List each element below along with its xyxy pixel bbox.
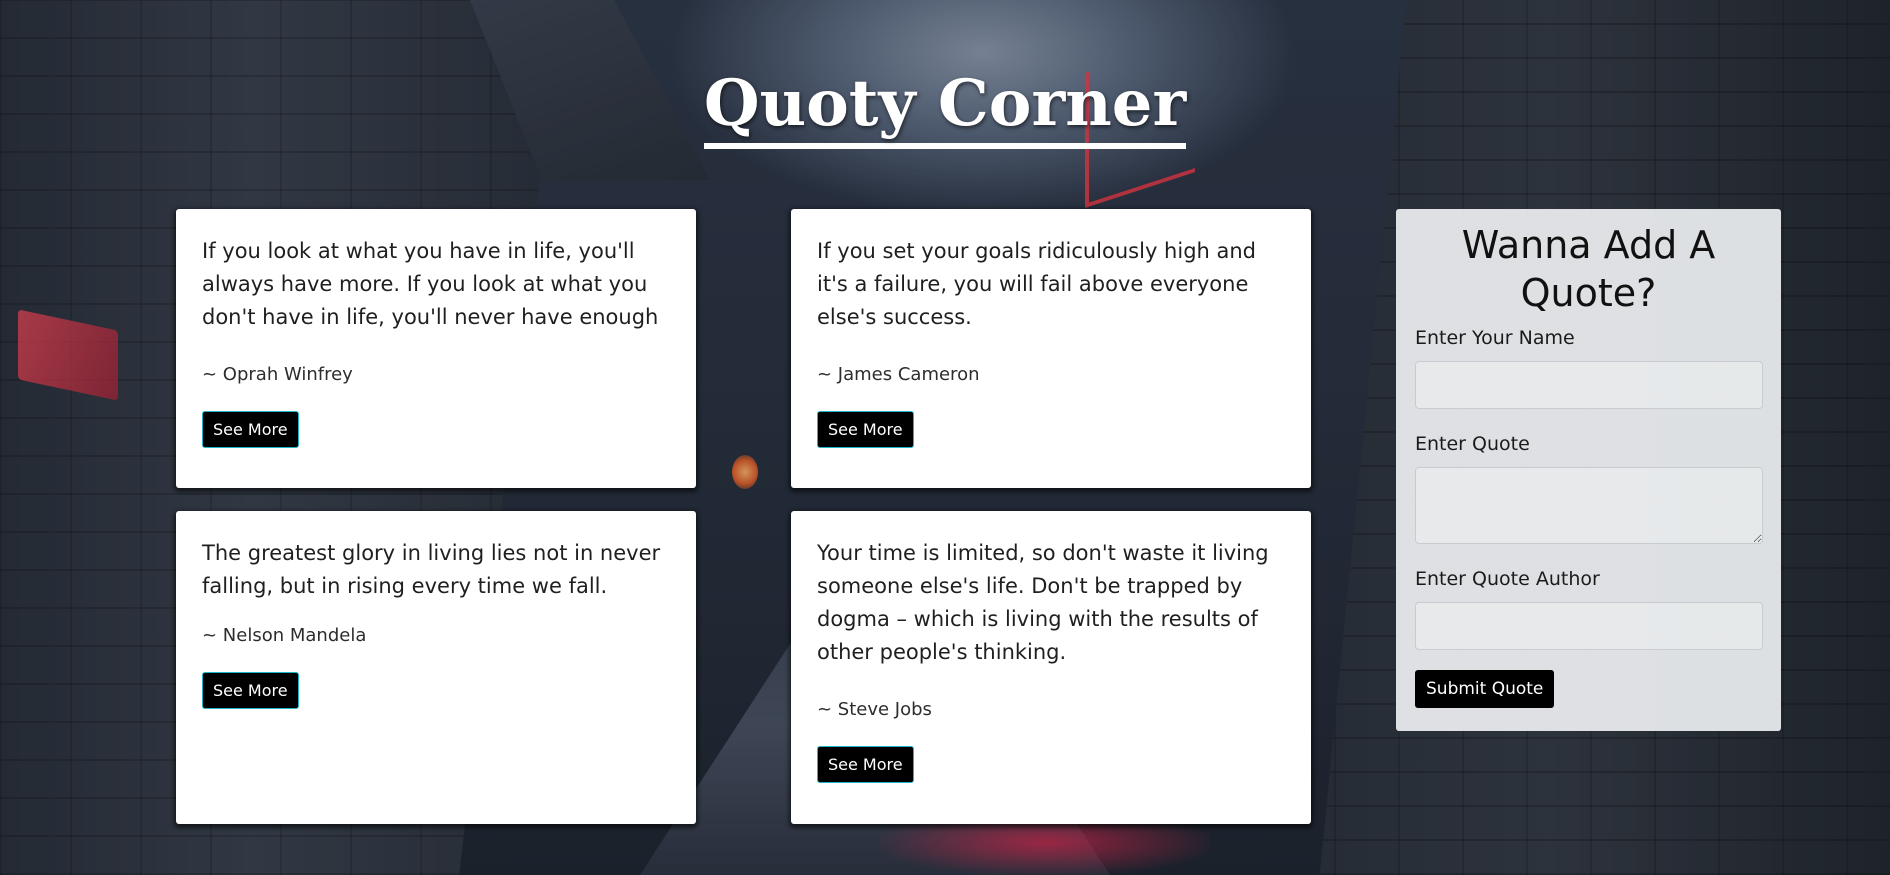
name-input[interactable] (1415, 361, 1763, 409)
add-quote-form: Wanna Add A Quote? Enter Your Name Enter… (1396, 209, 1781, 731)
quote-text: If you look at what you have in life, yo… (202, 239, 659, 329)
quote-card: Your time is limited, so don't waste it … (791, 511, 1311, 824)
quote-author: ~ Steve Jobs (817, 699, 932, 720)
quote-card: If you look at what you have in life, yo… (176, 209, 696, 488)
see-more-button[interactable]: See More (202, 672, 299, 709)
page-title-text: Quoty Corner (703, 66, 1187, 149)
author-label: Enter Quote Author (1415, 568, 1600, 590)
quote-card: The greatest glory in living lies not in… (176, 511, 696, 824)
form-heading: Wanna Add A Quote? (1461, 223, 1716, 315)
quote-text: If you set your goals ridiculously high … (817, 239, 1257, 329)
see-more-button[interactable]: See More (817, 411, 914, 448)
quote-author: ~ Nelson Mandela (202, 625, 367, 646)
page-title: Quoty Corner (0, 66, 1890, 149)
quote-text: The greatest glory in living lies not in… (202, 541, 661, 598)
name-label: Enter Your Name (1415, 327, 1575, 349)
quote-card: If you set your goals ridiculously high … (791, 209, 1311, 488)
author-input[interactable] (1415, 602, 1763, 650)
see-more-button[interactable]: See More (202, 411, 299, 448)
quote-author: ~ James Cameron (817, 364, 980, 385)
quote-author: ~ Oprah Winfrey (202, 364, 353, 385)
submit-quote-button[interactable]: Submit Quote (1415, 670, 1555, 708)
quote-label: Enter Quote (1415, 433, 1530, 455)
quote-textarea[interactable] (1415, 467, 1763, 544)
quote-text: Your time is limited, so don't waste it … (817, 541, 1269, 664)
see-more-button[interactable]: See More (817, 746, 914, 783)
